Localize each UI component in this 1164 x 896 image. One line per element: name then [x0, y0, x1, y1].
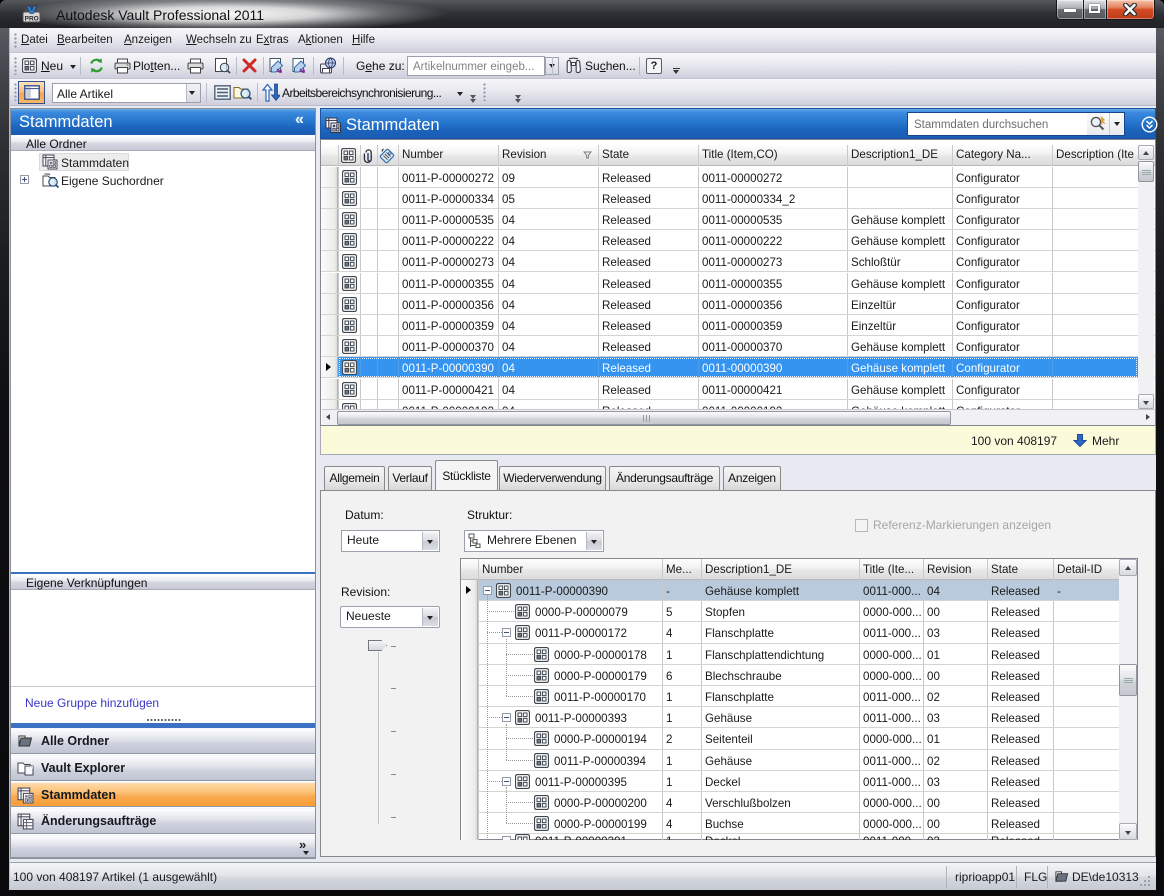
svg-text:PRO: PRO: [25, 15, 39, 22]
